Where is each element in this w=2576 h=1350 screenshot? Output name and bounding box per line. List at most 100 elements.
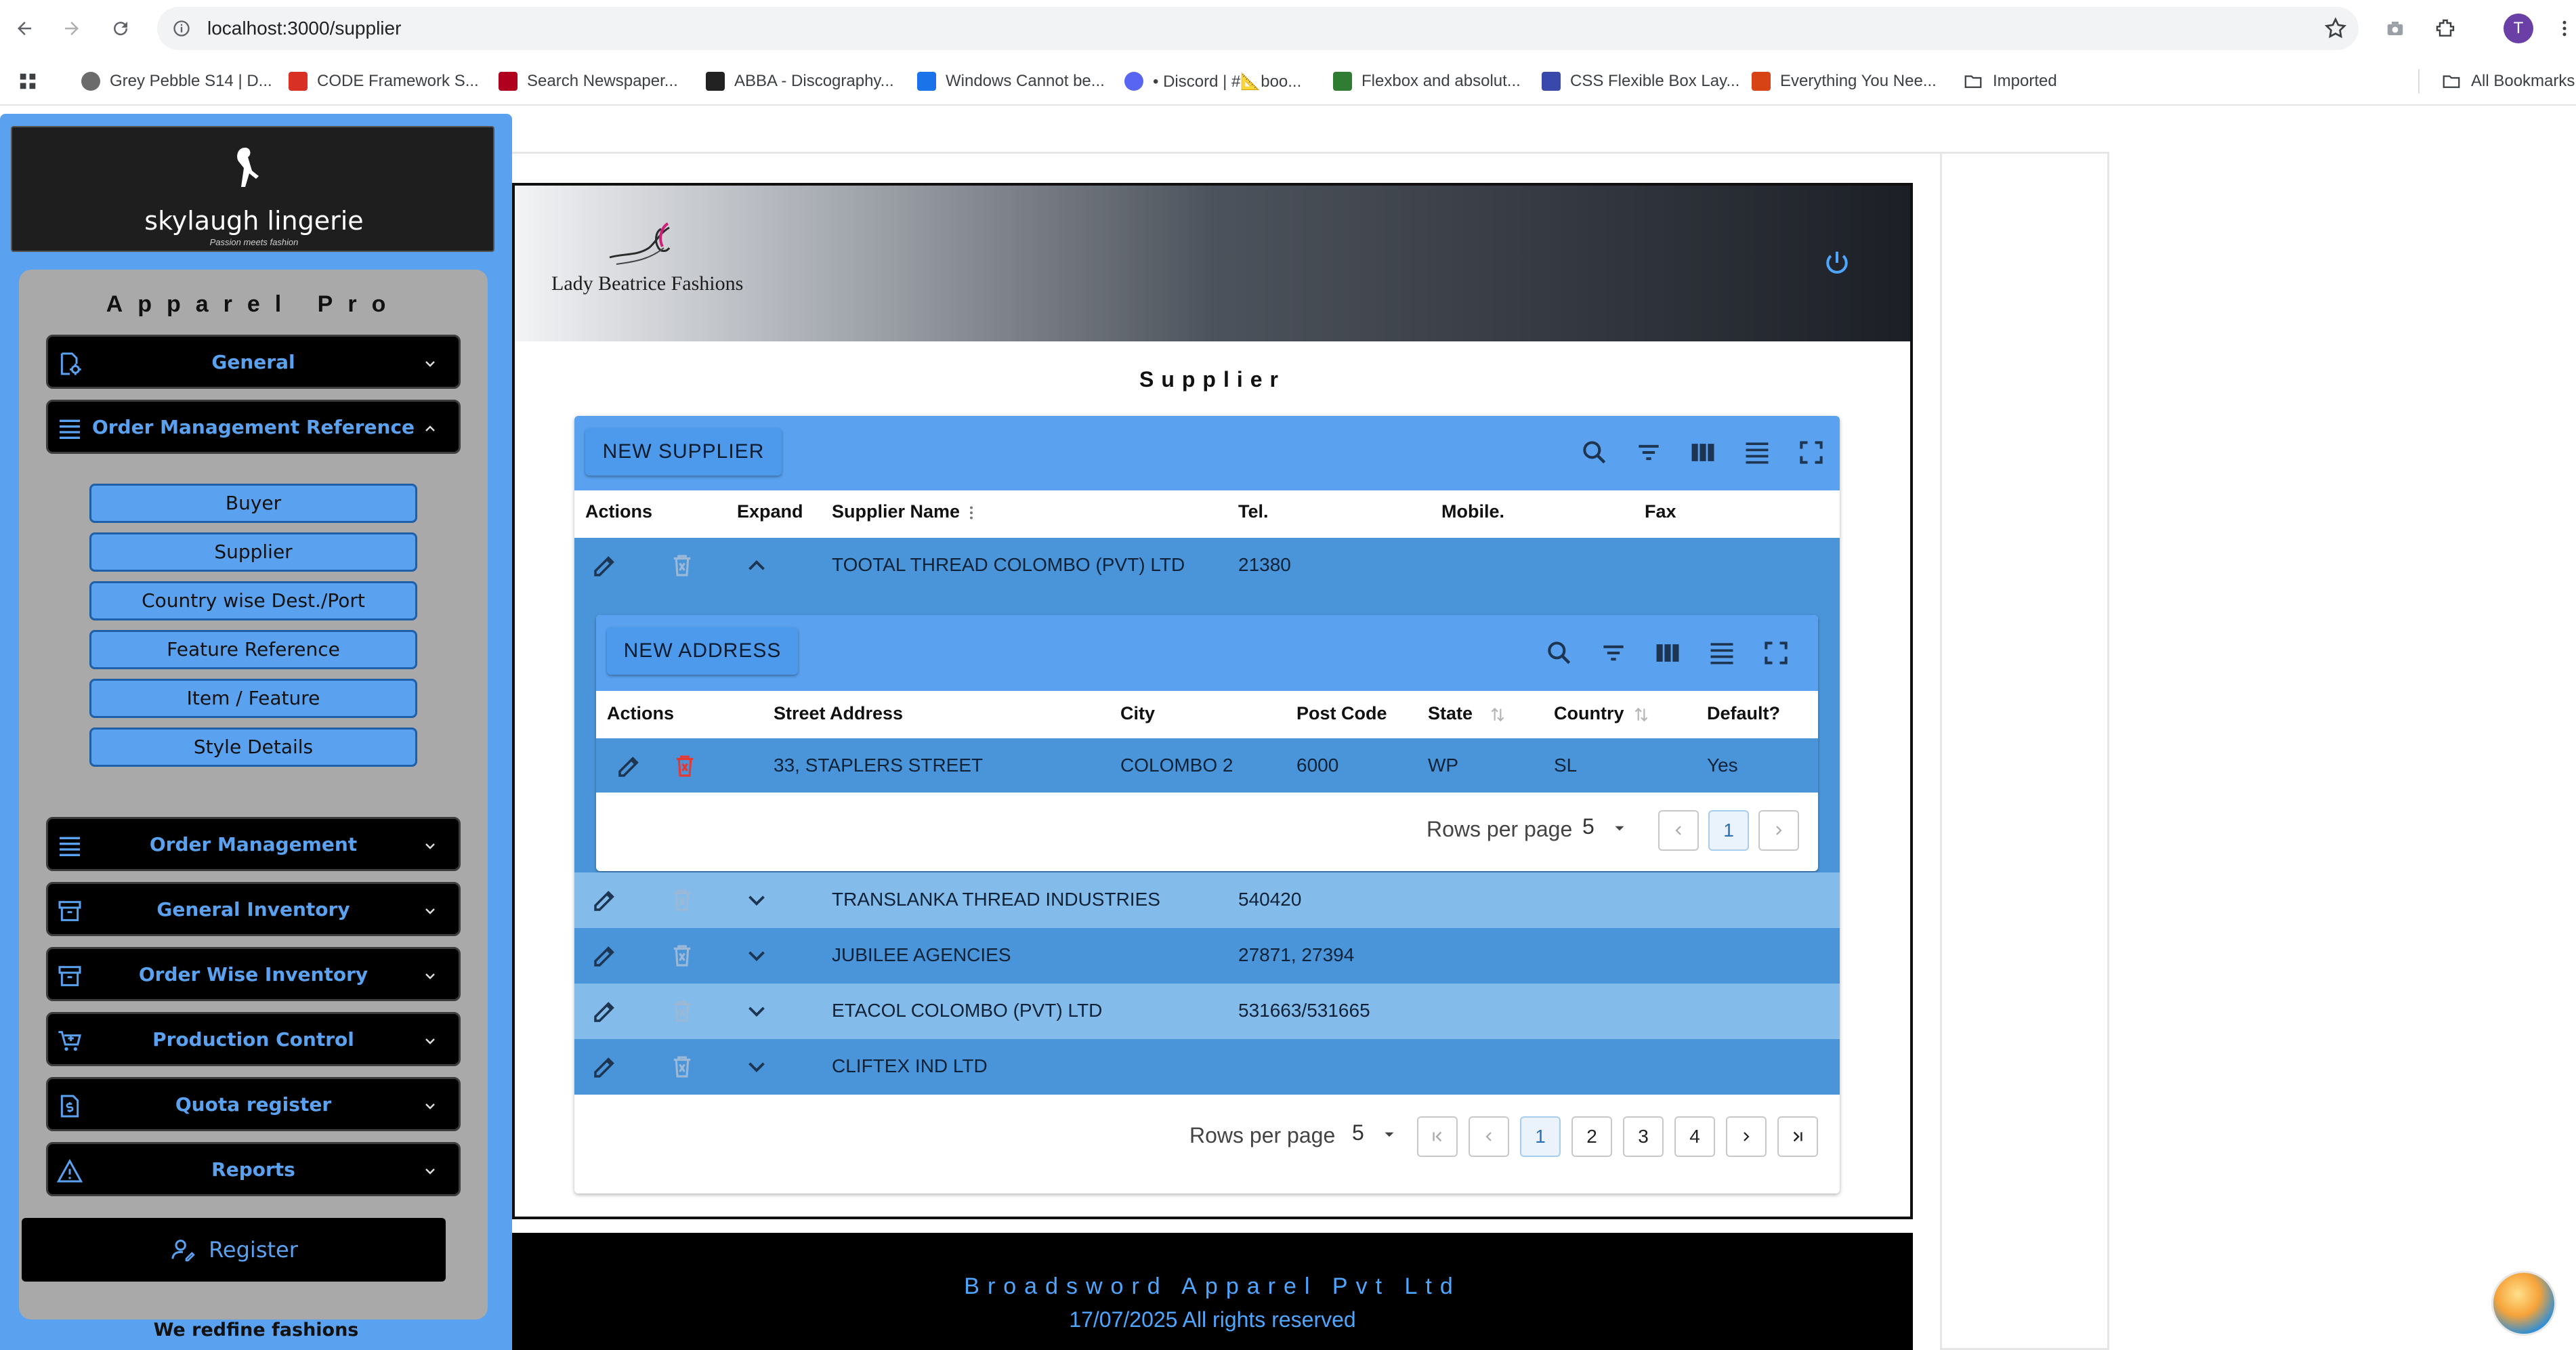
register-button[interactable]: Register [22,1218,446,1282]
sort-icon[interactable] [1632,706,1650,723]
edit-icon[interactable] [615,752,643,780]
page-button[interactable]: 3 [1623,1116,1664,1157]
table-row[interactable]: JUBILEE AGENCIES 27871, 27394 [574,928,1840,984]
table-row[interactable]: ETACOL COLOMBO (PVT) LTD 531663/531665 [574,984,1840,1039]
column-header-street-address[interactable]: Street Address [774,703,903,724]
page-button[interactable]: 4 [1674,1116,1715,1157]
delete-icon[interactable] [668,997,696,1026]
menu-general[interactable]: General [46,335,461,389]
floating-assistant-button[interactable] [2491,1271,2556,1336]
delete-icon[interactable] [668,886,696,914]
column-header-mobile[interactable]: Mobile. [1441,501,1504,522]
column-header-post-code[interactable]: Post Code [1296,703,1387,724]
chevron-up-icon[interactable] [742,551,771,580]
apps-grid-icon[interactable] [18,68,38,95]
rows-per-page-select[interactable]: 5 [1582,814,1637,844]
submenu-style-details[interactable]: Style Details [89,727,417,767]
menu-reports[interactable]: Reports [46,1142,461,1196]
column-header-actions[interactable]: Actions [607,703,674,724]
chevron-down-icon[interactable] [742,1053,771,1081]
column-header-state[interactable]: State [1428,703,1473,724]
menu-general-inventory[interactable]: General Inventory [46,882,461,936]
column-header-fax[interactable]: Fax [1645,501,1676,522]
next-page-button[interactable] [1726,1116,1767,1157]
columns-icon[interactable] [1688,438,1718,467]
column-header-default[interactable]: Default? [1707,703,1780,724]
back-button[interactable] [9,14,39,43]
delete-icon[interactable] [671,752,699,780]
new-address-button[interactable]: NEW ADDRESS [607,627,798,675]
menu-production-control[interactable]: Production Control [46,1012,461,1066]
reload-button[interactable] [106,14,135,43]
table-row[interactable]: 33, STAPLERS STREET COLOMBO 2 6000 WP SL… [596,738,1818,793]
submenu-item-feature[interactable]: Item / Feature [89,679,417,718]
power-icon[interactable] [1822,248,1852,278]
menu-order-management[interactable]: Order Management [46,817,461,871]
site-info-icon[interactable] [172,19,191,38]
submenu-buyer[interactable]: Buyer [89,484,417,523]
chevron-down-icon[interactable] [742,886,771,914]
extensions-icon[interactable] [2430,14,2460,43]
edit-icon[interactable] [591,997,619,1026]
column-header-actions[interactable]: Actions [585,501,652,522]
edit-icon[interactable] [591,551,619,580]
column-header-tel[interactable]: Tel. [1238,501,1269,522]
delete-icon[interactable] [668,942,696,970]
search-icon[interactable] [1544,638,1574,668]
profile-avatar[interactable]: T [2504,14,2533,43]
delete-icon[interactable] [668,551,696,580]
rows-per-page-select[interactable]: 5 [1352,1120,1406,1150]
delete-icon[interactable] [668,1053,696,1081]
filter-icon[interactable] [1634,438,1664,467]
column-menu-icon[interactable] [965,503,978,523]
bookmark-item[interactable]: • Discord | #📐boo... [1124,68,1301,95]
density-icon[interactable] [1742,438,1772,467]
column-header-country[interactable]: Country [1554,703,1624,724]
address-bar[interactable]: localhost:3000/supplier [157,7,2359,50]
bookmark-item[interactable]: CODE Framework S... [289,68,479,95]
kebab-menu-icon[interactable] [2550,14,2576,43]
page-button[interactable]: 2 [1571,1116,1612,1157]
sort-icon[interactable] [1489,706,1506,723]
bookmark-item[interactable]: Grey Pebble S14 | D... [81,68,272,95]
table-row[interactable]: CLIFTEX IND LTD [574,1039,1840,1095]
bookmark-item[interactable]: Windows Cannot be... [917,68,1105,95]
menu-order-management-reference[interactable]: Order Management Reference [46,400,461,454]
column-header-city[interactable]: City [1120,703,1155,724]
bookmark-item[interactable]: Everything You Nee... [1752,68,1937,95]
submenu-supplier[interactable]: Supplier [89,532,417,572]
page-button[interactable]: 1 [1520,1116,1561,1157]
bookmark-folder[interactable]: Imported [1963,68,2057,95]
submenu-country-wise-dest-port[interactable]: Country wise Dest./Port [89,581,417,620]
bookmark-star-icon[interactable] [2323,16,2348,41]
first-page-button[interactable] [1417,1116,1458,1157]
prev-page-button[interactable] [1469,1116,1509,1157]
density-icon[interactable] [1707,638,1737,668]
submenu-feature-reference[interactable]: Feature Reference [89,630,417,669]
column-header-expand[interactable]: Expand [737,501,803,522]
table-row[interactable]: TRANSLANKA THREAD INDUSTRIES 540420 [574,872,1840,928]
chevron-down-icon[interactable] [742,997,771,1026]
new-supplier-button[interactable]: NEW SUPPLIER [585,428,782,476]
menu-quota-register[interactable]: Quota register [46,1077,461,1131]
fullscreen-icon[interactable] [1761,638,1791,668]
edit-icon[interactable] [591,1053,619,1081]
fullscreen-icon[interactable] [1796,438,1826,467]
all-bookmarks-folder[interactable]: All Bookmarks [2441,68,2575,95]
bookmark-item[interactable]: CSS Flexible Box Lay... [1542,68,1739,95]
prev-page-button[interactable] [1658,810,1699,851]
columns-icon[interactable] [1653,638,1683,668]
filter-icon[interactable] [1599,638,1628,668]
last-page-button[interactable] [1777,1116,1818,1157]
next-page-button[interactable] [1758,810,1799,851]
search-icon[interactable] [1580,438,1609,467]
column-header-supplier-name[interactable]: Supplier Name [832,501,960,522]
forward-button[interactable] [57,14,87,43]
edit-icon[interactable] [591,942,619,970]
bookmark-item[interactable]: Search Newspaper... [499,68,678,95]
url-text[interactable]: localhost:3000/supplier [207,18,401,39]
table-row[interactable]: TOOTAL THREAD COLOMBO (PVT) LTD 21380 [574,538,1840,593]
page-button[interactable]: 1 [1708,810,1749,851]
chevron-down-icon[interactable] [742,942,771,970]
bookmark-item[interactable]: Flexbox and absolut... [1333,68,1521,95]
